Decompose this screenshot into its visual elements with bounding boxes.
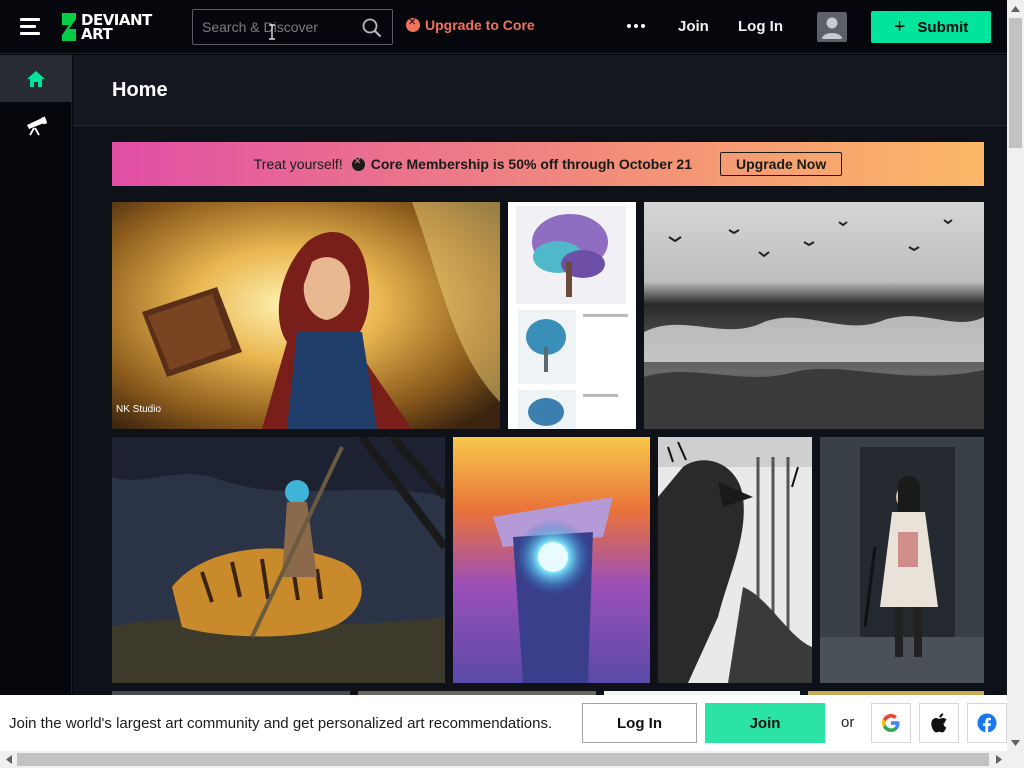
- banner-join-button[interactable]: Join: [705, 703, 825, 743]
- vertical-scrollbar[interactable]: [1007, 0, 1024, 751]
- deviantart-mark-icon: [62, 13, 76, 41]
- upgrade-to-core-link[interactable]: Upgrade to Core: [406, 17, 535, 33]
- core-icon: [351, 156, 365, 171]
- avatar[interactable]: [817, 12, 847, 42]
- facebook-login-button[interactable]: [967, 703, 1007, 743]
- artwork-alice-photo[interactable]: [820, 437, 984, 683]
- join-banner-text: Join the world's largest art community a…: [9, 715, 553, 732]
- scroll-right-arrow-icon[interactable]: [990, 751, 1007, 768]
- artwork-image: [508, 202, 636, 429]
- core-icon: [406, 17, 420, 32]
- user-silhouette-icon: [822, 17, 842, 39]
- artwork-mystic-orb[interactable]: [453, 437, 650, 683]
- search-box: [192, 9, 393, 45]
- join-link[interactable]: Join: [678, 18, 709, 35]
- artwork-watermark: NK Studio: [116, 404, 162, 415]
- logo-line-2: ART: [81, 25, 113, 43]
- or-label: or: [841, 714, 855, 731]
- telescope-icon: [27, 115, 47, 135]
- google-icon: [882, 714, 900, 732]
- vertical-scroll-thumb[interactable]: [1009, 18, 1022, 148]
- apple-icon: [931, 713, 947, 733]
- artwork-image: [453, 437, 650, 683]
- artwork-tiger-warrior[interactable]: [112, 437, 445, 683]
- horizontal-scroll-thumb[interactable]: [17, 753, 989, 766]
- artwork-image: [112, 202, 500, 429]
- banner-login-button[interactable]: Log In: [582, 703, 697, 743]
- submit-button[interactable]: + Submit: [871, 11, 991, 43]
- artwork-ocean-waves-birds[interactable]: [644, 202, 984, 429]
- artwork-image: [644, 202, 984, 429]
- deviantart-logo[interactable]: DEVIANT ART: [60, 12, 152, 42]
- scroll-up-arrow-icon[interactable]: [1007, 0, 1024, 17]
- search-icon[interactable]: [362, 18, 382, 38]
- main-content: Home Treat yourself! Core Membership is …: [73, 55, 1007, 695]
- artwork-image: [820, 437, 984, 683]
- sidebar-item-discover[interactable]: [0, 102, 72, 149]
- apple-login-button[interactable]: [919, 703, 959, 743]
- artwork-fantasy-sorceress[interactable]: NK Studio: [112, 202, 500, 429]
- page-header: [73, 55, 1007, 126]
- promo-lead: Treat yourself!: [253, 156, 343, 172]
- sidebar: [0, 55, 72, 695]
- promo-offer: Core Membership is 50% off through Octob…: [370, 156, 692, 172]
- artwork-ink-bird-knight[interactable]: [658, 437, 812, 683]
- sidebar-item-home[interactable]: [0, 55, 72, 102]
- promo-banner[interactable]: Treat yourself! Core Membership is 50% o…: [112, 142, 984, 186]
- text-cursor-icon: [269, 24, 275, 40]
- more-options-icon[interactable]: [627, 24, 645, 28]
- menu-icon[interactable]: [20, 18, 40, 36]
- artwork-image: [112, 437, 445, 683]
- upgrade-to-core-label: Upgrade to Core: [425, 17, 535, 33]
- facebook-icon: [977, 713, 997, 733]
- plus-icon: +: [893, 16, 906, 38]
- google-login-button[interactable]: [871, 703, 911, 743]
- scrollbar-corner: [1007, 751, 1024, 768]
- artwork-image: [658, 437, 812, 683]
- scroll-left-arrow-icon[interactable]: [0, 751, 17, 768]
- home-icon: [27, 70, 45, 87]
- scroll-down-arrow-icon[interactable]: [1007, 734, 1024, 751]
- page-title: Home: [112, 79, 168, 101]
- submit-label: Submit: [917, 18, 969, 36]
- login-link[interactable]: Log In: [738, 18, 783, 35]
- join-banner: Join the world's largest art community a…: [0, 695, 1007, 751]
- artwork-tree-studies[interactable]: [508, 202, 636, 429]
- upgrade-now-button[interactable]: Upgrade Now: [720, 152, 843, 176]
- top-navigation-bar: DEVIANT ART Upgrade to Core Join Log In …: [0, 0, 1007, 54]
- horizontal-scrollbar[interactable]: [0, 751, 1024, 768]
